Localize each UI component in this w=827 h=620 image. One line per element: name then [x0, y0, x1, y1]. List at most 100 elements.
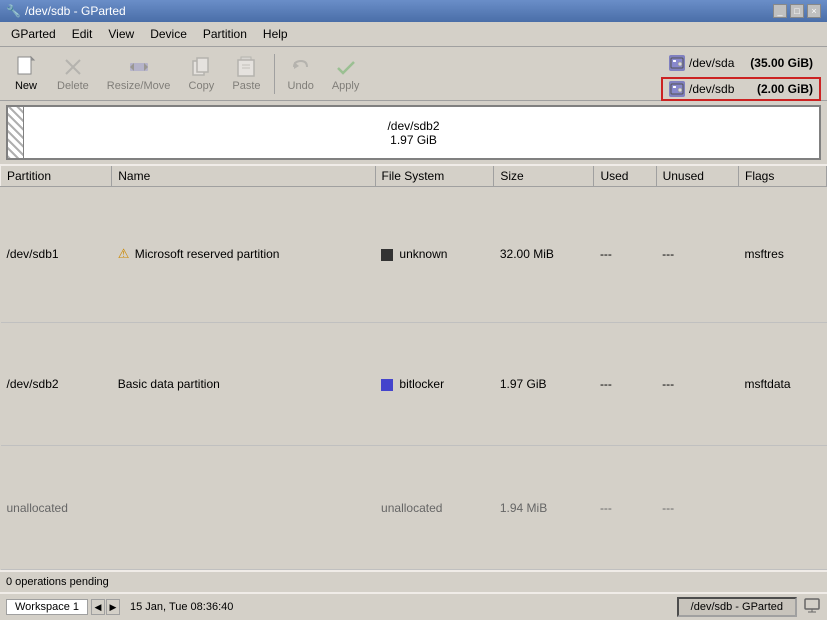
taskbar-middle: 15 Jan, Tue 08:36:40 — [126, 601, 671, 613]
row1-name: ⚠ Microsoft reserved partition — [112, 187, 375, 323]
copy-label: Copy — [189, 80, 215, 92]
row2-partition: /dev/sdb2 — [1, 322, 112, 446]
row2-name: Basic data partition — [112, 322, 375, 446]
device-sda-name: /dev/sda — [689, 56, 746, 70]
taskbar-right — [803, 597, 821, 618]
col-header-filesystem: File System — [375, 165, 494, 187]
row1-fs: unknown — [375, 187, 494, 323]
new-label: New — [15, 80, 37, 92]
apply-label: Apply — [332, 80, 360, 92]
row3-fs: unallocated — [375, 446, 494, 570]
disk-partition-label: /dev/sdb2 1.97 GiB — [387, 119, 439, 147]
device-sda-icon — [669, 55, 685, 71]
arrow-left[interactable]: ◀ — [91, 599, 105, 615]
status-bar: 0 operations pending — [0, 570, 827, 592]
taskbar-start: Workspace 1 ◀ ▶ — [6, 599, 120, 615]
row3-used: --- — [594, 446, 656, 570]
fs-icon-black — [381, 249, 393, 261]
disk-visual: /dev/sdb2 1.97 GiB — [6, 105, 821, 160]
resize-button[interactable]: Resize/Move — [100, 51, 178, 96]
menu-edit[interactable]: Edit — [65, 24, 100, 44]
row1-size: 32.00 MiB — [494, 187, 594, 323]
arrow-right[interactable]: ▶ — [106, 599, 120, 615]
col-header-partition: Partition — [1, 165, 112, 187]
menu-gparted[interactable]: GParted — [4, 24, 63, 44]
row2-fs: bitlocker — [375, 322, 494, 446]
row2-flags: msftdata — [739, 322, 827, 446]
row1-flags: msftres — [739, 187, 827, 323]
new-button[interactable]: New — [6, 51, 46, 96]
delete-label: Delete — [57, 80, 89, 92]
table-row[interactable]: /dev/sdb2 Basic data partition bitlocker… — [1, 322, 827, 446]
partition-table: Partition Name File System Size Used Unu… — [0, 164, 827, 570]
device-sda[interactable]: /dev/sda (35.00 GiB) — [661, 51, 821, 75]
menu-help[interactable]: Help — [256, 24, 295, 44]
menu-device[interactable]: Device — [143, 24, 194, 44]
table-row[interactable]: unallocated unallocated 1.94 MiB --- --- — [1, 446, 827, 570]
close-button[interactable]: × — [807, 4, 821, 18]
app-icon: 🔧 — [6, 4, 21, 18]
taskbar-monitor-icon — [803, 597, 821, 618]
menu-bar: GParted Edit View Device Partition Help — [0, 22, 827, 47]
taskbar: Workspace 1 ◀ ▶ 15 Jan, Tue 08:36:40 /de… — [0, 592, 827, 620]
table-row[interactable]: /dev/sdb1 ⚠ Microsoft reserved partition… — [1, 187, 827, 323]
row3-name — [112, 446, 375, 570]
delete-button[interactable]: Delete — [50, 51, 96, 96]
toolbar: New Delete Resize/Move Copy Paste Undo — [0, 47, 827, 101]
taskbar-datetime: 15 Jan, Tue 08:36:40 — [130, 601, 233, 613]
row1-unused: --- — [656, 187, 738, 323]
copy-icon — [189, 55, 213, 79]
gparted-taskbar-item[interactable]: /dev/sdb - GParted — [677, 597, 797, 617]
row3-flags — [739, 446, 827, 570]
delete-icon — [61, 55, 85, 79]
col-header-used: Used — [594, 165, 656, 187]
device-sda-size: (35.00 GiB) — [750, 56, 813, 70]
taskbar-workspace[interactable]: Workspace 1 — [6, 599, 88, 615]
paste-icon — [234, 55, 258, 79]
taskbar-arrows: ◀ ▶ — [91, 599, 120, 615]
paste-button[interactable]: Paste — [225, 51, 267, 96]
partition-rows: /dev/sdb1 ⚠ Microsoft reserved partition… — [1, 187, 827, 570]
toolbar-separator — [274, 54, 275, 94]
title-bar: 🔧 /dev/sdb - GParted _ □ × — [0, 0, 827, 22]
new-icon — [14, 55, 38, 79]
device-sdb-name: /dev/sdb — [689, 82, 753, 96]
col-header-name: Name — [112, 165, 375, 187]
apply-button[interactable]: Apply — [325, 51, 367, 96]
disk-unallocated-stripe — [8, 107, 24, 158]
row3-size: 1.94 MiB — [494, 446, 594, 570]
col-header-size: Size — [494, 165, 594, 187]
window-title: /dev/sdb - GParted — [25, 4, 126, 18]
row3-partition: unallocated — [1, 446, 112, 570]
fs-icon-blue — [381, 379, 393, 391]
device-sdb[interactable]: /dev/sdb (2.00 GiB) — [661, 77, 821, 101]
copy-button[interactable]: Copy — [181, 51, 221, 96]
row3-unused: --- — [656, 446, 738, 570]
title-bar-left: 🔧 /dev/sdb - GParted — [6, 4, 126, 18]
disk-partition-name: /dev/sdb2 — [387, 119, 439, 133]
col-header-unused: Unused — [656, 165, 738, 187]
disk-partition-size: 1.97 GiB — [387, 133, 439, 147]
row2-size: 1.97 GiB — [494, 322, 594, 446]
device-sdb-size: (2.00 GiB) — [757, 82, 813, 96]
title-bar-controls: _ □ × — [773, 4, 821, 18]
menu-partition[interactable]: Partition — [196, 24, 254, 44]
row2-used: --- — [594, 322, 656, 446]
device-selector: /dev/sda (35.00 GiB) /dev/sdb (2.00 GiB) — [661, 51, 821, 101]
resize-label: Resize/Move — [107, 80, 171, 92]
status-text: 0 operations pending — [6, 576, 109, 588]
apply-icon — [334, 55, 358, 79]
partition-container: Partition Name File System Size Used Unu… — [0, 164, 827, 570]
row1-partition: /dev/sdb1 — [1, 187, 112, 323]
row1-used: --- — [594, 187, 656, 323]
undo-label: Undo — [288, 80, 314, 92]
resize-icon — [127, 55, 151, 79]
undo-icon — [289, 55, 313, 79]
undo-button[interactable]: Undo — [281, 51, 321, 96]
minimize-button[interactable]: _ — [773, 4, 787, 18]
maximize-button[interactable]: □ — [790, 4, 804, 18]
paste-label: Paste — [232, 80, 260, 92]
col-header-flags: Flags — [739, 165, 827, 187]
warning-icon: ⚠ — [118, 246, 130, 261]
menu-view[interactable]: View — [101, 24, 141, 44]
